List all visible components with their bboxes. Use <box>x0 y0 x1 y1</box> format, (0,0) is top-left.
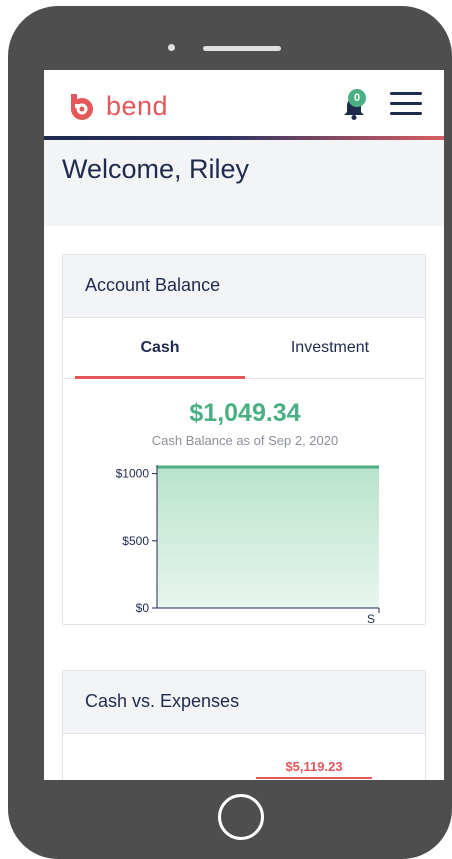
brand-logo[interactable]: bend <box>66 90 168 122</box>
bend-logo-icon <box>71 94 93 120</box>
home-button[interactable] <box>218 794 264 840</box>
account-balance-card: Account Balance Cash Investment $1,049.3… <box>62 254 426 625</box>
card-title: Cash vs. Expenses <box>85 691 240 711</box>
y-tick-label: $0 <box>136 601 150 615</box>
app-screen: bend 0 Welcome, Riley Account Balance Ca… <box>44 70 444 780</box>
card-header: Cash vs. Expenses <box>63 671 425 734</box>
y-tick-label: $1000 <box>116 467 150 481</box>
brand-name: bend <box>106 90 169 121</box>
cash-balance-chart: $1000 $500 $0 S <box>116 465 380 623</box>
tab-investment[interactable]: Investment <box>245 318 415 378</box>
page-title: Welcome, Riley <box>62 154 250 184</box>
camera-dot <box>168 44 175 51</box>
card-title: Account Balance <box>85 275 221 295</box>
balance-area <box>157 467 379 608</box>
card-header: Account Balance <box>63 255 425 318</box>
content-area: Account Balance Cash Investment $1,049.3… <box>44 226 444 780</box>
speaker-slot <box>203 46 281 51</box>
phone-frame: bend 0 Welcome, Riley Account Balance Ca… <box>8 6 452 859</box>
cash-vs-expenses-card: Cash vs. Expenses $5,119.23 <box>62 670 426 780</box>
y-tick-label: $500 <box>122 534 149 548</box>
cash-balance-amount: $1,049.34 <box>189 399 301 427</box>
x-tick-label: S <box>367 612 375 623</box>
balance-tabs: Cash Investment <box>63 318 425 379</box>
app-header: bend 0 <box>44 70 444 136</box>
notification-badge: 0 <box>348 89 366 107</box>
cash-balance-date: Cash Balance as of Sep 2, 2020 <box>151 433 339 448</box>
expenses-amount: $5,119.23 <box>285 759 343 774</box>
hamburger-menu-icon[interactable] <box>390 90 422 118</box>
tab-cash[interactable]: Cash <box>75 318 245 379</box>
expenses-bar <box>256 777 372 779</box>
header-gradient-rule <box>44 136 444 140</box>
